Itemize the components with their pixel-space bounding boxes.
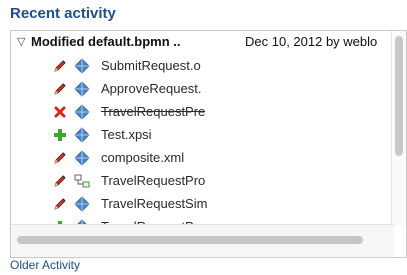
cube-icon [74, 196, 90, 212]
vertical-scrollbar[interactable] [391, 31, 406, 227]
section-title: Recent activity [10, 5, 116, 22]
cube-icon [74, 127, 90, 143]
item-name: TravelRequestSim [101, 196, 208, 211]
item-name: SubmitRequest.o [101, 58, 201, 73]
item-name: TravelRequestPro [101, 173, 206, 188]
activity-item[interactable]: TravelRequestPro [11, 171, 394, 194]
activity-item[interactable]: ApproveRequest. [11, 79, 394, 102]
activity-item[interactable]: TravelRequestPre [11, 102, 394, 125]
cube-icon [74, 81, 90, 97]
activity-item[interactable]: TravelRequestSim [11, 194, 394, 217]
activity-group[interactable]: ▽ Modified default.bpmn .. Dec 10, 2012 … [11, 34, 394, 54]
cube-icon [74, 104, 90, 120]
pencil-icon [53, 151, 67, 165]
item-name: ApproveRequest. [101, 81, 202, 96]
item-name: Test.xpsi [101, 127, 152, 142]
activity-item[interactable]: SubmitRequest.o [11, 56, 394, 79]
pencil-icon [53, 174, 67, 188]
horizontal-scrollbar[interactable] [11, 224, 394, 257]
horizontal-scroll-thumb[interactable] [17, 236, 363, 244]
vertical-scroll-thumb[interactable] [395, 36, 403, 156]
process-icon [74, 173, 90, 189]
collapse-triangle-icon[interactable]: ▽ [17, 35, 25, 48]
delete-x-icon [53, 105, 67, 119]
item-name: TravelRequestPre [101, 104, 206, 119]
activity-item[interactable]: Test.xpsi [11, 125, 394, 148]
pencil-icon [53, 82, 67, 96]
pencil-icon [53, 59, 67, 73]
activity-item[interactable]: composite.xml [11, 148, 394, 171]
plus-icon [53, 128, 67, 142]
older-activity-link[interactable]: Older Activity [10, 258, 80, 272]
item-name: composite.xml [101, 150, 185, 165]
activity-panel: ▽ Modified default.bpmn .. Dec 10, 2012 … [10, 30, 407, 258]
group-label: Modified default.bpmn .. [31, 34, 181, 49]
activity-list: SubmitRequest.o ApproveRequest. TravelRequ… [11, 56, 394, 226]
cube-icon [74, 58, 90, 74]
pencil-icon [53, 197, 67, 211]
cube-icon [74, 150, 90, 166]
group-meta: Dec 10, 2012 by weblo [245, 34, 378, 49]
